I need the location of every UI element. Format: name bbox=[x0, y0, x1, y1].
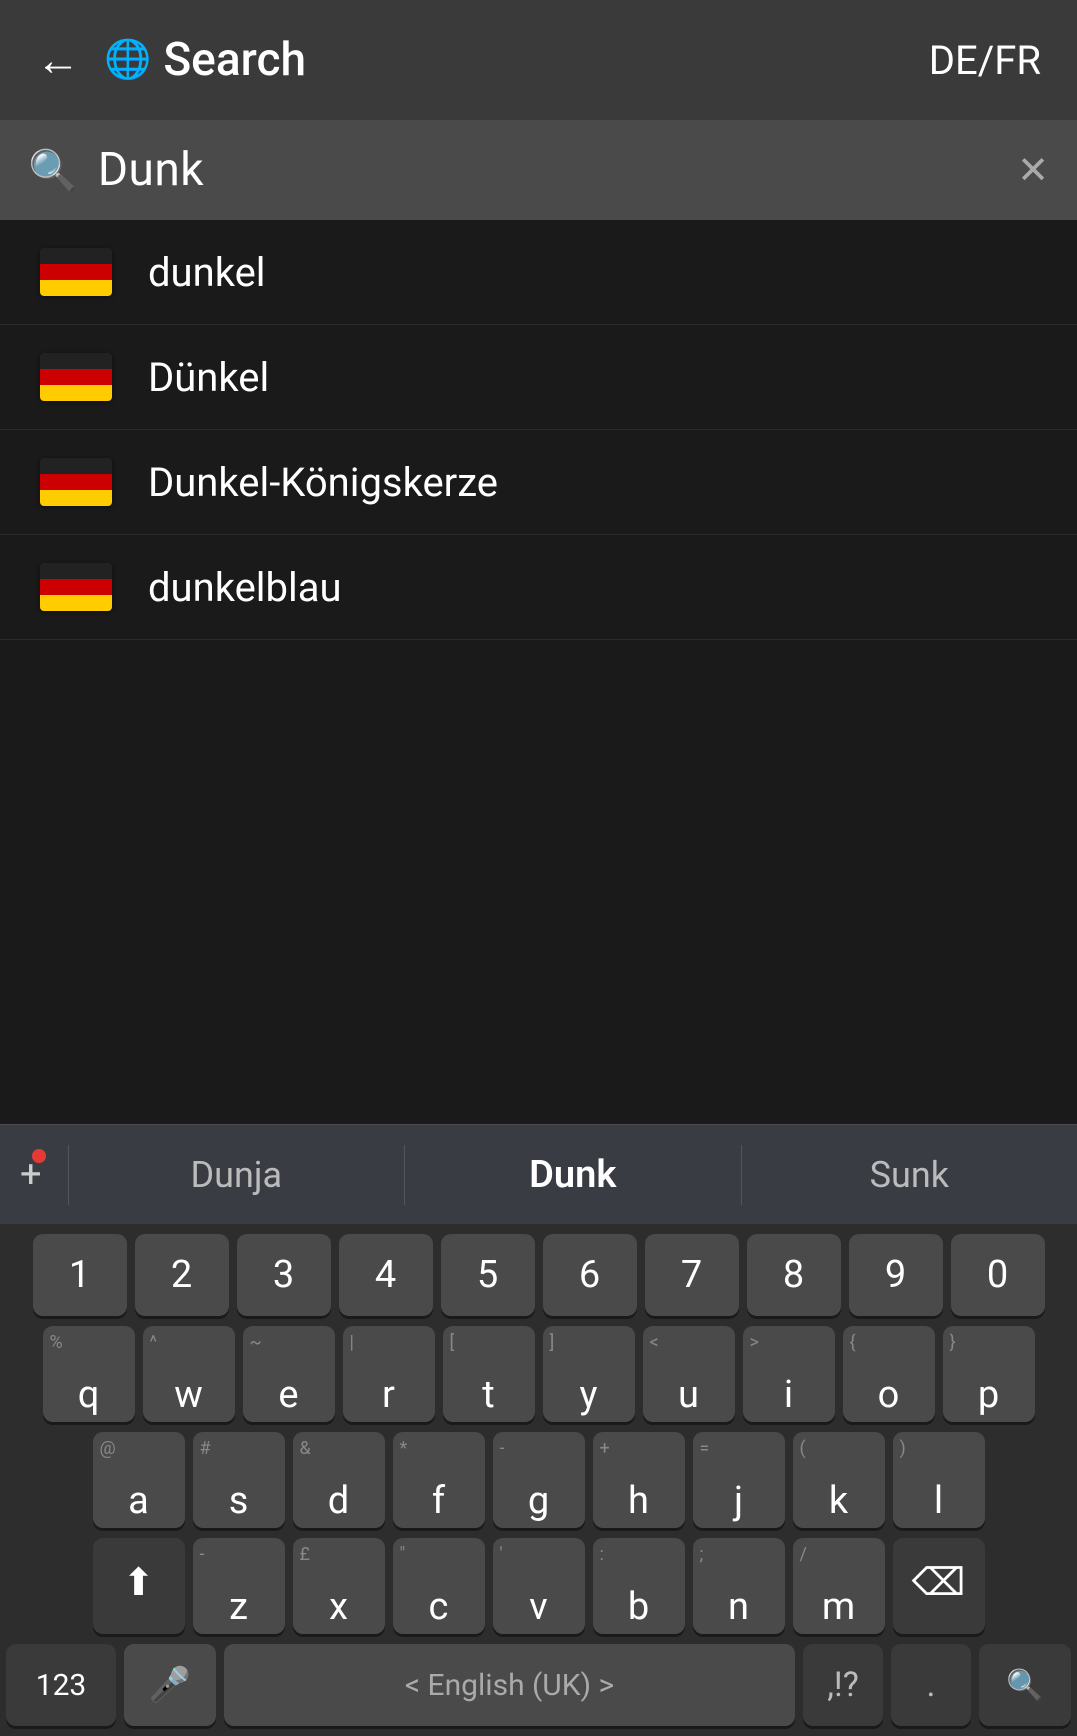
key-r[interactable]: |r bbox=[343, 1326, 435, 1422]
bottom-row: 123 🎤 < English (UK) > ,!? . 🔍 bbox=[6, 1644, 1071, 1726]
search-input[interactable]: Dunk bbox=[98, 143, 1017, 197]
letter-row-2: @a #s &d *f -g +h =j (k )l bbox=[6, 1432, 1071, 1528]
space-key[interactable]: < English (UK) > bbox=[224, 1644, 795, 1726]
back-button[interactable]: ← bbox=[36, 34, 80, 86]
divider bbox=[68, 1145, 69, 1205]
number-row: 1 2 3 4 5 6 7 8 9 0 bbox=[6, 1234, 1071, 1316]
backspace-key[interactable]: ⌫ bbox=[893, 1538, 985, 1634]
key-g[interactable]: -g bbox=[493, 1432, 585, 1528]
key-v[interactable]: 'v bbox=[493, 1538, 585, 1634]
clear-button[interactable]: ✕ bbox=[1017, 148, 1049, 193]
mic-key[interactable]: 🎤 bbox=[124, 1644, 216, 1726]
key-w[interactable]: ^w bbox=[143, 1326, 235, 1422]
key-k[interactable]: (k bbox=[793, 1432, 885, 1528]
key-8[interactable]: 8 bbox=[747, 1234, 841, 1316]
key-0[interactable]: 0 bbox=[951, 1234, 1045, 1316]
list-item[interactable]: Dünkel bbox=[0, 325, 1077, 430]
key-3[interactable]: 3 bbox=[237, 1234, 331, 1316]
autocomplete-word-1[interactable]: Dunja bbox=[89, 1154, 384, 1196]
list-item[interactable]: Dunkel-Königskerze bbox=[0, 430, 1077, 535]
key-n[interactable]: ;n bbox=[693, 1538, 785, 1634]
shift-key[interactable]: ⬆ bbox=[93, 1538, 185, 1634]
key-s[interactable]: #s bbox=[193, 1432, 285, 1528]
key-f[interactable]: *f bbox=[393, 1432, 485, 1528]
key-1[interactable]: 1 bbox=[33, 1234, 127, 1316]
result-text: Dünkel bbox=[148, 354, 269, 401]
letter-row-3: ⬆ -z £x "c 'v :b ;n /m ⌫ bbox=[6, 1538, 1071, 1634]
key-x[interactable]: £x bbox=[293, 1538, 385, 1634]
key-a[interactable]: @a bbox=[93, 1432, 185, 1528]
autocomplete-word-2[interactable]: Dunk bbox=[425, 1153, 720, 1197]
german-flag bbox=[40, 458, 112, 506]
key-o[interactable]: {o bbox=[843, 1326, 935, 1422]
list-item[interactable]: dunkelblau bbox=[0, 535, 1077, 640]
key-2[interactable]: 2 bbox=[135, 1234, 229, 1316]
divider bbox=[404, 1145, 405, 1205]
key-4[interactable]: 4 bbox=[339, 1234, 433, 1316]
results-list: dunkel Dünkel Dunkel-Königskerze dunkelb… bbox=[0, 220, 1077, 1124]
autocomplete-bar: + Dunja Dunk Sunk bbox=[0, 1124, 1077, 1224]
key-6[interactable]: 6 bbox=[543, 1234, 637, 1316]
search-key[interactable]: 🔍 bbox=[979, 1644, 1071, 1726]
header: ← 🌐 Search DE/FR bbox=[0, 0, 1077, 120]
key-m[interactable]: /m bbox=[793, 1538, 885, 1634]
period-key[interactable]: . bbox=[891, 1644, 971, 1726]
key-q[interactable]: %q bbox=[43, 1326, 135, 1422]
language-selector[interactable]: DE/FR bbox=[929, 37, 1041, 84]
divider bbox=[741, 1145, 742, 1205]
key-7[interactable]: 7 bbox=[645, 1234, 739, 1316]
punct-key[interactable]: ,!? bbox=[803, 1644, 883, 1726]
search-bar: 🔍 Dunk ✕ bbox=[0, 120, 1077, 220]
list-item[interactable]: dunkel bbox=[0, 220, 1077, 325]
letter-row-1: %q ^w ~e |r [t ]y <u >i {o }p bbox=[6, 1326, 1071, 1422]
autocomplete-word-3[interactable]: Sunk bbox=[762, 1154, 1057, 1196]
result-text: dunkelblau bbox=[148, 564, 342, 611]
german-flag bbox=[40, 563, 112, 611]
german-flag bbox=[40, 248, 112, 296]
key-t[interactable]: [t bbox=[443, 1326, 535, 1422]
globe-icon: 🌐 bbox=[104, 38, 151, 82]
key-123[interactable]: 123 bbox=[6, 1644, 116, 1726]
key-u[interactable]: <u bbox=[643, 1326, 735, 1422]
key-d[interactable]: &d bbox=[293, 1432, 385, 1528]
add-button[interactable]: + bbox=[20, 1153, 42, 1197]
search-icon: 🔍 bbox=[28, 147, 78, 194]
key-i[interactable]: >i bbox=[743, 1326, 835, 1422]
keyboard: 1 2 3 4 5 6 7 8 9 0 %q ^w ~e |r [t ]y <u… bbox=[0, 1224, 1077, 1736]
notification-dot bbox=[32, 1149, 46, 1163]
key-j[interactable]: =j bbox=[693, 1432, 785, 1528]
key-h[interactable]: +h bbox=[593, 1432, 685, 1528]
key-c[interactable]: "c bbox=[393, 1538, 485, 1634]
german-flag bbox=[40, 353, 112, 401]
key-y[interactable]: ]y bbox=[543, 1326, 635, 1422]
key-e[interactable]: ~e bbox=[243, 1326, 335, 1422]
page-title: Search bbox=[163, 33, 928, 87]
key-p[interactable]: }p bbox=[943, 1326, 1035, 1422]
result-text: Dunkel-Königskerze bbox=[148, 459, 498, 506]
key-5[interactable]: 5 bbox=[441, 1234, 535, 1316]
key-z[interactable]: -z bbox=[193, 1538, 285, 1634]
key-9[interactable]: 9 bbox=[849, 1234, 943, 1316]
key-l[interactable]: )l bbox=[893, 1432, 985, 1528]
result-text: dunkel bbox=[148, 249, 266, 296]
key-b[interactable]: :b bbox=[593, 1538, 685, 1634]
